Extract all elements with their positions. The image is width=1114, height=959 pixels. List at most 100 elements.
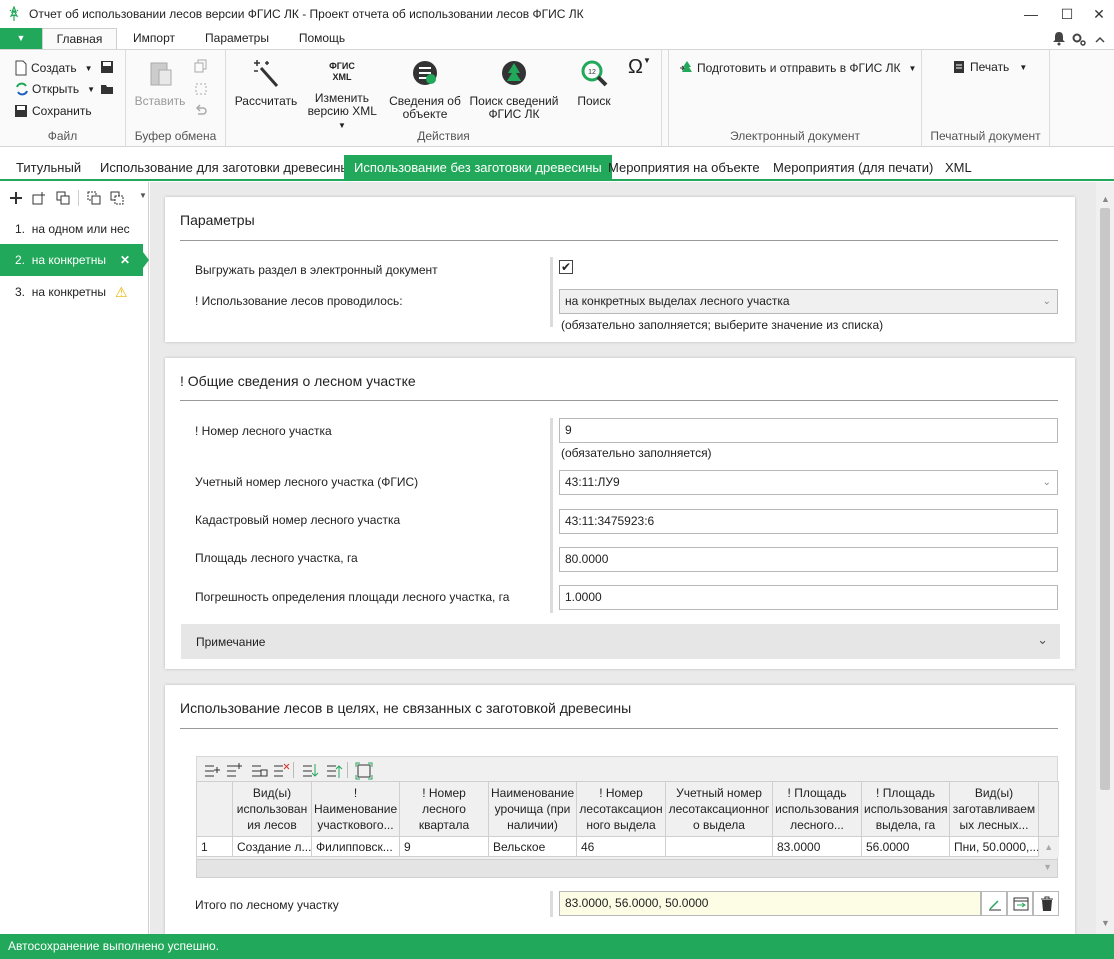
add-copy-icon[interactable] [32, 191, 47, 206]
minimize-button[interactable]: — [1021, 4, 1041, 24]
usage-select[interactable]: на конкретных выделах лесного участка ⌄ [559, 289, 1058, 314]
open-total-button[interactable] [1007, 891, 1033, 916]
print-dropdown-icon[interactable]: ▼ [1019, 63, 1027, 72]
tab-activities-print[interactable]: Мероприятия (для печати) [773, 155, 933, 180]
insert-symbol-button[interactable]: Ω▼ [628, 56, 651, 79]
copy-item-icon[interactable] [87, 191, 102, 206]
paste-item-icon[interactable] [110, 191, 125, 206]
create-button[interactable]: Создать ▼ [14, 60, 93, 76]
list-item[interactable]: 3. на конкретны ⚠ [0, 276, 149, 308]
change-xml-version-button[interactable]: ФГИС XML Изменить версию XML ▼ [302, 58, 382, 132]
account-number-value: 43:11:ЛУ9 [565, 475, 620, 489]
delete-row-icon[interactable] [272, 762, 290, 780]
column-header[interactable]: Учетный номер лесотаксационног о выдела [665, 781, 773, 837]
edit-total-button[interactable] [981, 891, 1007, 916]
tab-parameters[interactable]: Параметры [193, 28, 281, 49]
delete-total-button[interactable] [1033, 891, 1059, 916]
search-fgis-button[interactable]: Поиск сведений ФГИС ЛК [466, 58, 562, 121]
forest-use-card: Использование лесов в целях, не связанны… [165, 685, 1075, 935]
undo-icon[interactable] [194, 104, 208, 118]
tab-help[interactable]: Помощь [287, 28, 357, 49]
column-header[interactable]: Вид(ы) заготавливаем ых лесных... [949, 781, 1039, 837]
insert-row-icon[interactable] [225, 762, 243, 780]
search-button[interactable]: 12 Поиск [566, 58, 622, 108]
folder-icon[interactable] [100, 82, 114, 96]
selection-pointer-icon [143, 252, 149, 268]
column-header[interactable]: ! Площадь использования выдела, га [861, 781, 950, 837]
cadastral-number-field[interactable]: 43:11:3475923:6 [559, 509, 1058, 534]
print-button[interactable]: Печать ▼ [952, 60, 1027, 74]
copy-row-icon[interactable] [250, 762, 268, 780]
grid-horizontal-scrollbar[interactable]: ▼ [196, 859, 1058, 878]
table-cell[interactable]: 83.0000 [772, 836, 862, 857]
tab-import[interactable]: Импорт [120, 28, 188, 49]
table-cell[interactable]: 56.0000 [861, 836, 950, 857]
calculate-button[interactable]: Рассчитать [230, 58, 302, 108]
account-number-select[interactable]: 43:11:ЛУ9 ⌄ [559, 470, 1058, 495]
paste-clipboard-icon [150, 62, 172, 86]
column-header[interactable]: ! Площадь использования лесного... [772, 781, 862, 837]
object-info-button[interactable]: Сведения об объекте [386, 58, 464, 121]
tab-timber-harvesting[interactable]: Использование для заготовки древесины [100, 155, 350, 180]
table-cell[interactable]: 9 [399, 836, 489, 857]
move-row-up-icon[interactable] [325, 762, 343, 780]
duplicate-icon[interactable] [56, 191, 71, 206]
table-cell[interactable]: Создание л... [232, 836, 312, 857]
tab-title-page[interactable]: Титульный [16, 155, 81, 180]
divider [180, 400, 1058, 401]
maximize-button[interactable]: ☐ [1057, 4, 1077, 24]
table-cell[interactable] [665, 836, 773, 857]
grid-scroll-up-icon[interactable]: ▲ [1038, 836, 1059, 857]
tab-object-activities[interactable]: Мероприятия на объекте [608, 155, 760, 180]
note-expander[interactable]: Примечание ⌄ [181, 624, 1060, 659]
column-header[interactable]: Вид(ы) использован ия лесов [232, 781, 312, 837]
column-header[interactable]: ! Наименование участкового... [311, 781, 400, 837]
save-as-icon[interactable] [100, 60, 114, 74]
prepare-send-button[interactable]: Подготовить и отправить в ФГИС ЛК ▼ [679, 60, 916, 76]
table-cell[interactable]: Филипповск... [311, 836, 400, 857]
close-button[interactable]: ✕ [1089, 4, 1109, 24]
tab-home[interactable]: Главная [42, 28, 117, 50]
create-dropdown-icon[interactable]: ▼ [85, 64, 93, 73]
move-row-down-icon[interactable] [301, 762, 319, 780]
plot-number-field[interactable]: 9 [559, 418, 1058, 443]
tab-non-timber-use[interactable]: Использование без заготовки древесины [344, 155, 612, 180]
scroll-up-icon[interactable]: ▲ [1101, 194, 1110, 204]
table-cell[interactable]: Пни, 50.0000,... [949, 836, 1039, 857]
file-menu-button[interactable]: ▼ [0, 28, 42, 49]
table-cell[interactable]: Вельское [488, 836, 577, 857]
column-header[interactable]: ! Номер лесного квартала [399, 781, 489, 837]
grid-scroll-down-icon[interactable]: ▼ [1043, 862, 1052, 872]
cut-icon[interactable] [194, 82, 208, 96]
add-icon[interactable] [9, 191, 23, 205]
notification-bell-icon[interactable] [1051, 30, 1067, 46]
export-checkbox[interactable]: ✔ [559, 260, 573, 274]
table-row[interactable]: 1 Создание л... Филипповск... 9 Вельское… [196, 836, 1059, 857]
column-header[interactable]: ! Номер лесотаксацион ного выдела [576, 781, 666, 837]
collapse-ribbon-icon[interactable] [1094, 34, 1106, 46]
total-field[interactable]: 83.0000, 56.0000, 50.0000 [559, 891, 981, 916]
save-button[interactable]: Сохранить [14, 104, 92, 118]
status-bar: Автосохранение выполнено успешно. [0, 934, 1114, 959]
open-dropdown-icon[interactable]: ▼ [87, 85, 95, 94]
copy-icon[interactable] [194, 59, 208, 73]
table-cell[interactable]: 46 [576, 836, 666, 857]
tab-xml[interactable]: XML [945, 155, 972, 180]
paste-button[interactable]: Вставить [134, 58, 186, 108]
expand-grid-icon[interactable] [355, 762, 373, 780]
scroll-thumb[interactable] [1100, 208, 1110, 790]
main-scrollbar[interactable]: ▲ ▼ [1096, 182, 1114, 934]
scroll-down-icon[interactable]: ▼ [1101, 918, 1110, 928]
toolbar-overflow-icon[interactable]: ▼ [139, 191, 147, 200]
settings-gear-icon[interactable] [1071, 31, 1087, 47]
list-item[interactable]: 1. на одном или нес [0, 213, 149, 245]
delete-item-icon[interactable]: ✕ [120, 244, 130, 276]
create-label: Создать [31, 61, 77, 75]
add-row-icon[interactable] [203, 762, 221, 780]
plot-area-field[interactable]: 80.0000 [559, 547, 1058, 572]
prepare-send-dropdown-icon[interactable]: ▼ [909, 64, 917, 73]
list-item-selected[interactable]: 2. на конкретны ✕ [0, 244, 143, 276]
open-button[interactable]: Открыть ▼ [14, 82, 95, 96]
column-header[interactable]: Наименование урочища (при наличии) [488, 781, 577, 837]
area-error-field[interactable]: 1.0000 [559, 585, 1058, 610]
